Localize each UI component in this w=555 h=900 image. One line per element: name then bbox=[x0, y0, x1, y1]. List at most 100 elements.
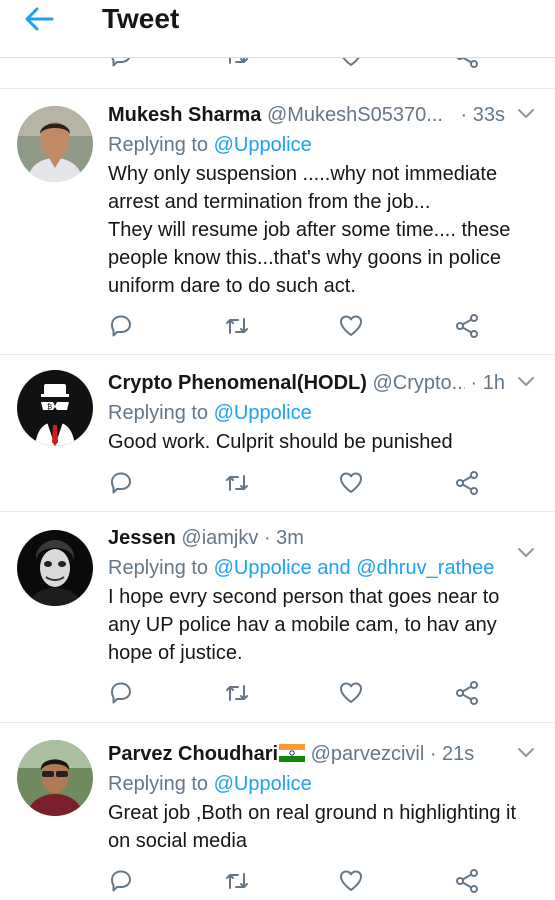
tweet-actions bbox=[108, 313, 488, 343]
retweet-icon bbox=[226, 475, 248, 491]
tweet-time: · 3m bbox=[263, 527, 304, 549]
avatar[interactable]: ₿ bbox=[17, 370, 93, 446]
share-icon bbox=[456, 681, 478, 705]
tweet-text-line: people know this...that's why goons in p… bbox=[108, 247, 501, 269]
tweet-text: Good work. Culprit should be punished bbox=[108, 428, 538, 456]
tweet-text-line: Great job ,Both on real ground n highlig… bbox=[108, 802, 517, 824]
tweet-text-line: Good work. Culprit should be punished bbox=[108, 431, 453, 453]
tweet-header: Parvez Choudhari @parvezcivil · 21s bbox=[108, 740, 535, 768]
share-icon bbox=[456, 869, 478, 893]
author-handle[interactable]: @parvezcivil bbox=[311, 743, 425, 765]
chevron-down-icon[interactable] bbox=[517, 746, 535, 760]
tweet-time: · 33s bbox=[454, 101, 505, 129]
tweet-text: Great job ,Both on real ground n highlig… bbox=[108, 799, 538, 855]
like-button[interactable] bbox=[338, 680, 364, 706]
chevron-down-icon[interactable] bbox=[517, 107, 535, 121]
reply-button[interactable] bbox=[108, 470, 134, 496]
tweet-item[interactable]: ₿ Crypto Phenomenal(HODL) @Crypto... · 1… bbox=[0, 355, 555, 511]
tweet-actions bbox=[108, 868, 488, 898]
india-flag-icon bbox=[279, 742, 306, 762]
replying-to-label: Replying to bbox=[108, 557, 209, 579]
author-name[interactable]: Jessen bbox=[108, 527, 176, 549]
retweet-icon bbox=[226, 685, 248, 701]
author-handle[interactable]: @MukeshS05370... bbox=[267, 104, 443, 126]
tweet-actions bbox=[108, 680, 488, 710]
retweet-icon bbox=[226, 318, 248, 334]
share-button[interactable] bbox=[454, 868, 480, 894]
replying-to: Replying to @Uppolice bbox=[108, 131, 312, 159]
tweet-text-line: I hope evry second person that goes near… bbox=[108, 586, 500, 608]
reply-button[interactable] bbox=[108, 313, 134, 339]
author-name[interactable]: Crypto Phenomenal(HODL) bbox=[108, 372, 367, 394]
top-bar: Tweet bbox=[0, 0, 555, 58]
retweet-icon[interactable] bbox=[224, 57, 250, 69]
avatar[interactable] bbox=[17, 740, 93, 816]
back-arrow-icon[interactable] bbox=[22, 4, 56, 34]
author-handle[interactable]: @iamjkv bbox=[181, 527, 258, 549]
like-button[interactable] bbox=[338, 868, 364, 894]
tweet-text-line: any UP police hav a mobile cam, to hav a… bbox=[108, 614, 497, 636]
reply-icon bbox=[111, 682, 131, 704]
tweet-text-line: on social media bbox=[108, 830, 247, 852]
tweet-text-line: They will resume job after some time....… bbox=[108, 219, 511, 241]
avatar[interactable] bbox=[17, 530, 93, 606]
tweet-header: Jessen @iamjkv · 3m bbox=[108, 524, 535, 557]
like-icon bbox=[340, 315, 362, 336]
like-icon bbox=[340, 472, 362, 493]
like-icon bbox=[340, 870, 362, 891]
tweet-header: Crypto Phenomenal(HODL) @Crypto... · 1h bbox=[108, 369, 535, 397]
replying-to: Replying to @Uppolice bbox=[108, 770, 312, 798]
like-icon[interactable] bbox=[338, 57, 364, 69]
share-icon[interactable] bbox=[454, 57, 480, 69]
author-handle[interactable]: @Crypto... bbox=[372, 372, 468, 394]
tweet-actions bbox=[108, 470, 488, 500]
tweet-text: Why only suspension .....why not immedia… bbox=[108, 160, 538, 300]
tweet-text-line: hope of justice. bbox=[108, 642, 243, 664]
chevron-down-icon[interactable] bbox=[517, 546, 535, 560]
like-icon bbox=[340, 682, 362, 703]
tweet-time: · 21s bbox=[429, 743, 475, 765]
share-button[interactable] bbox=[454, 680, 480, 706]
replying-to: Replying to @Uppolice bbox=[108, 399, 312, 427]
tweet-item[interactable]: Parvez Choudhari @parvezcivil · 21s Repl… bbox=[0, 723, 555, 900]
reply-button[interactable] bbox=[108, 680, 134, 706]
mention-link[interactable]: @Uppolice bbox=[214, 134, 312, 156]
tweet-text: I hope evry second person that goes near… bbox=[108, 583, 538, 667]
retweet-icon bbox=[226, 873, 248, 889]
tweet-item[interactable]: Mukesh Sharma @MukeshS05370... · 33s Rep… bbox=[0, 89, 555, 354]
like-button[interactable] bbox=[338, 470, 364, 496]
author-name[interactable]: Mukesh Sharma bbox=[108, 104, 261, 126]
svg-text:₿: ₿ bbox=[47, 403, 52, 411]
reply-icon[interactable] bbox=[108, 57, 134, 69]
replying-to-label: Replying to bbox=[108, 402, 209, 424]
share-button[interactable] bbox=[454, 470, 480, 496]
share-icon bbox=[456, 314, 478, 338]
mention-link[interactable]: @Uppolice bbox=[214, 773, 312, 795]
share-icon bbox=[456, 471, 478, 495]
author-name[interactable]: Parvez Choudhari bbox=[108, 743, 278, 765]
replying-to-label: Replying to bbox=[108, 134, 209, 156]
mention-link[interactable]: @Uppolice and @dhruv_rathee bbox=[214, 557, 495, 579]
previous-tweet-actions bbox=[0, 57, 555, 71]
share-button[interactable] bbox=[454, 313, 480, 339]
mention-link[interactable]: @Uppolice bbox=[214, 402, 312, 424]
page-title: Tweet bbox=[102, 3, 180, 34]
replying-to: Replying to @Uppolice and @dhruv_rathee bbox=[108, 554, 494, 582]
tweet-text-line: Why only suspension .....why not immedia… bbox=[108, 163, 498, 185]
avatar[interactable] bbox=[17, 106, 93, 182]
reply-button[interactable] bbox=[108, 868, 134, 894]
retweet-button[interactable] bbox=[224, 868, 250, 894]
reply-icon bbox=[111, 870, 131, 892]
replying-to-label: Replying to bbox=[108, 773, 209, 795]
chevron-down-icon[interactable] bbox=[517, 375, 535, 389]
retweet-button[interactable] bbox=[224, 313, 250, 339]
retweet-button[interactable] bbox=[224, 470, 250, 496]
tweet-time: · 1h bbox=[464, 369, 505, 397]
reply-icon bbox=[111, 315, 131, 337]
tweet-header: Mukesh Sharma @MukeshS05370... · 33s bbox=[108, 101, 535, 129]
tweet-text-line: uniform dare to do such act. bbox=[108, 275, 356, 297]
retweet-button[interactable] bbox=[224, 680, 250, 706]
like-button[interactable] bbox=[338, 313, 364, 339]
tweet-item[interactable]: Jessen @iamjkv · 3m Replying to @Uppolic… bbox=[0, 512, 555, 722]
reply-icon bbox=[111, 472, 131, 494]
